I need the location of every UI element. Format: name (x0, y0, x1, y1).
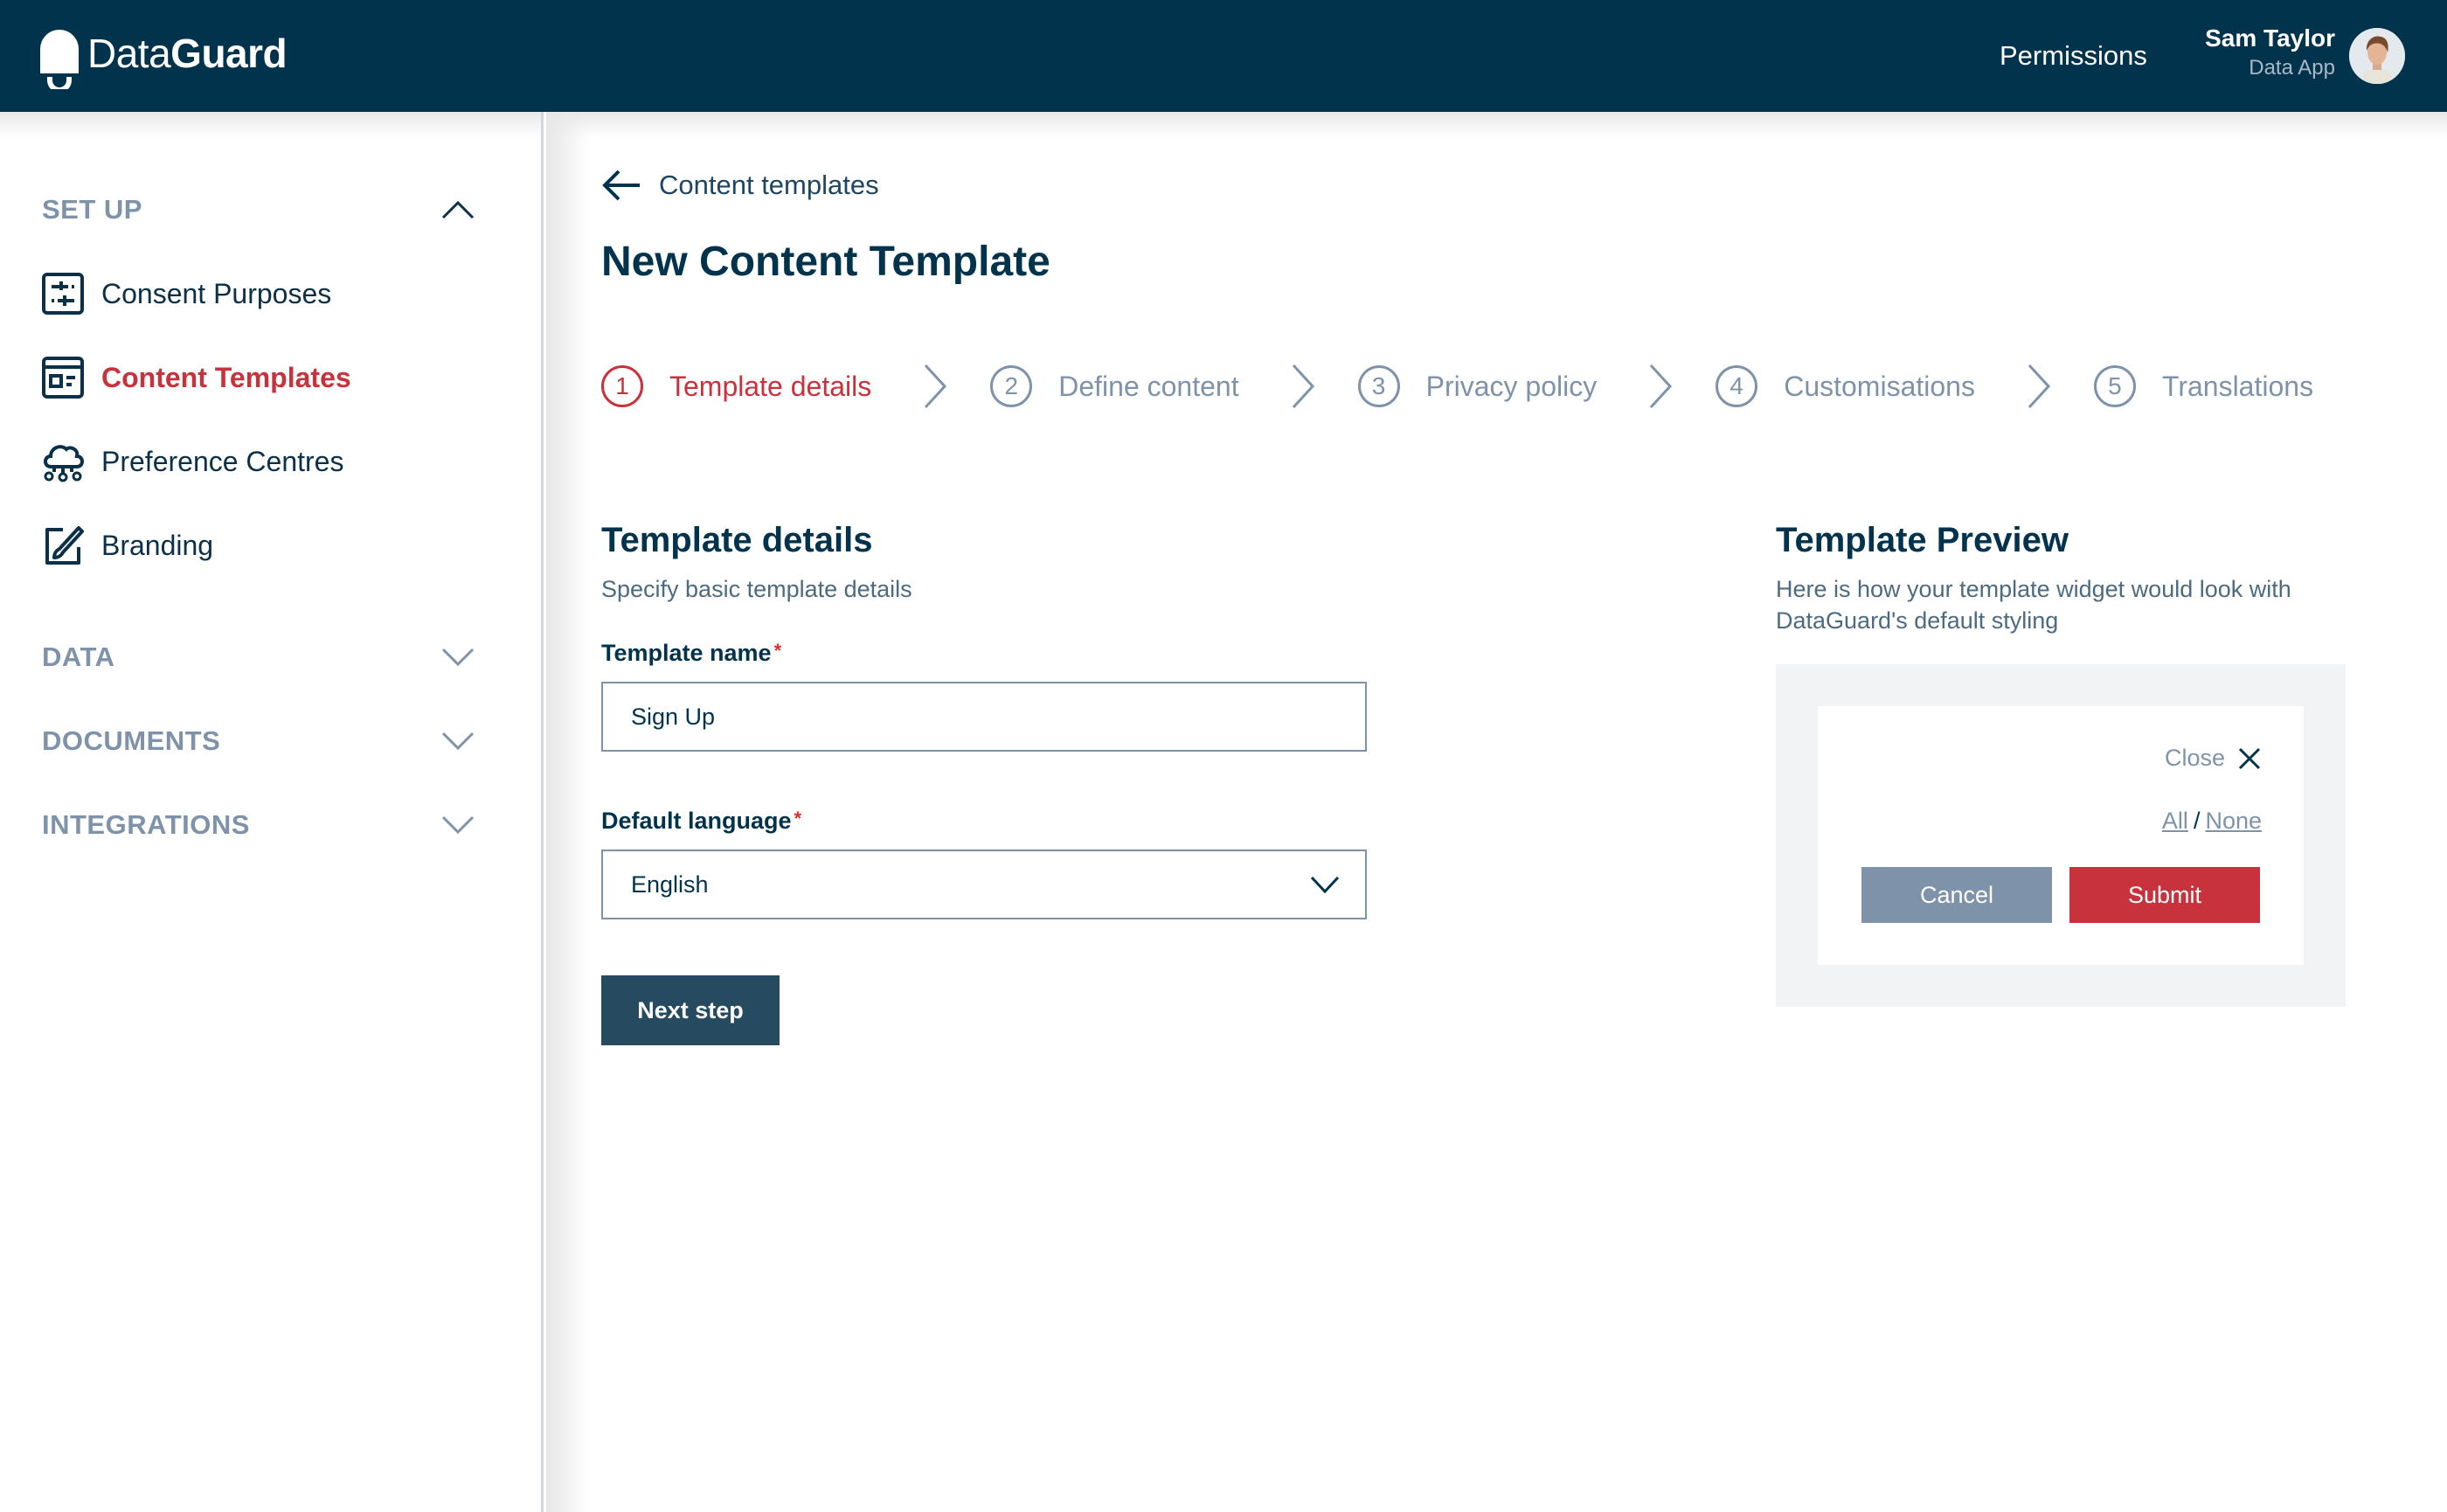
logo-shield-icon (40, 30, 79, 89)
brand-name: DataGuard (87, 30, 288, 77)
sidebar-item-label: Consent Purposes (101, 277, 332, 309)
brand-name-light: Data (87, 31, 171, 76)
chevron-right-icon (2028, 364, 2050, 409)
header-shadow (546, 112, 2447, 138)
preview-description: Here is how your template widget would l… (1776, 573, 2291, 636)
preview-widget: Close All / None Cancel Submit (1818, 706, 2304, 965)
preview-description-line: DataGuard's default styling (1776, 607, 2059, 634)
back-link-label: Content templates (659, 170, 879, 200)
default-language-label: Default language * (601, 808, 801, 835)
chevron-down-icon (1310, 876, 1340, 894)
arrow-left-icon (602, 170, 640, 201)
sidebar-section-label: DATA (42, 642, 115, 672)
preview-title: Template Preview (1776, 521, 2069, 559)
chevron-down-icon (441, 815, 475, 835)
chevron-up-icon (441, 200, 475, 219)
close-label: Close (2164, 745, 2225, 771)
sidebar-section-setup[interactable]: SET UP (42, 188, 475, 232)
step-number: 5 (2093, 365, 2136, 407)
form-section-subtitle: Specify basic template details (601, 576, 912, 602)
chevron-down-icon (441, 648, 475, 667)
step-customisations[interactable]: 4 Customisations (1716, 365, 1975, 407)
step-privacy-policy[interactable]: 3 Privacy policy (1357, 365, 1598, 407)
default-language-select[interactable]: English (601, 850, 1367, 919)
edit-brush-icon (45, 526, 84, 565)
step-translations[interactable]: 5 Translations (2093, 365, 2314, 407)
selected-language: English (631, 870, 709, 898)
sidebar-shadow (546, 112, 590, 1512)
user-role: Data App (2249, 56, 2335, 80)
permissions-link[interactable]: Permissions (2000, 38, 2147, 73)
step-label: Customisations (1784, 370, 1975, 402)
step-number: 4 (1716, 365, 1758, 407)
chevron-right-icon (1292, 364, 1314, 409)
avatar-portrait-icon (2349, 28, 2405, 84)
sidebar-section-integrations[interactable]: INTEGRATIONS (42, 803, 475, 847)
template-name-label: Template name * (601, 640, 781, 667)
template-preview-panel: Close All / None Cancel Submit (1776, 664, 2346, 1007)
next-step-button[interactable]: Next step (601, 975, 780, 1045)
step-number: 3 (1357, 365, 1400, 407)
sidebar-section-documents[interactable]: DOCUMENTS (42, 719, 475, 763)
separator: / (2193, 808, 2201, 834)
avatar[interactable] (2349, 28, 2405, 84)
step-template-details[interactable]: 1 Template details (601, 365, 871, 407)
sidebar: SET UP Consent Purposes Content Template… (0, 112, 544, 1512)
sidebar-item-label: Branding (101, 529, 214, 561)
sidebar-item-branding[interactable]: Branding (42, 521, 213, 570)
chevron-right-icon (1650, 364, 1673, 409)
preview-submit-button[interactable]: Submit (2069, 867, 2260, 923)
close-icon (2238, 747, 2261, 769)
step-define-content[interactable]: 2 Define content (990, 365, 1239, 407)
sidebar-item-consent-purposes[interactable]: Consent Purposes (42, 269, 331, 318)
template-name-label-text: Template name (601, 640, 772, 666)
select-all-none: All / None (2162, 808, 2262, 835)
sliders-icon (42, 273, 84, 315)
sidebar-item-label: Content Templates (101, 361, 351, 393)
sidebar-item-preference-centres[interactable]: Preference Centres (42, 437, 343, 486)
page-title: New Content Template (601, 239, 1050, 285)
step-label: Translations (2161, 370, 2314, 402)
select-all-link[interactable]: All (2162, 808, 2188, 834)
back-link[interactable]: Content templates (601, 168, 879, 203)
chevron-down-icon (441, 732, 475, 751)
preview-cancel-button[interactable]: Cancel (1861, 867, 2052, 923)
template-icon (42, 357, 84, 399)
step-label: Define content (1058, 370, 1239, 402)
step-number: 1 (601, 365, 643, 407)
user-name: Sam Taylor (2205, 24, 2335, 52)
chevron-right-icon (925, 364, 947, 409)
form-section-title: Template details (601, 521, 873, 559)
step-label: Privacy policy (1425, 370, 1598, 402)
sidebar-section-data[interactable]: DATA (42, 635, 475, 679)
required-asterisk: * (773, 640, 782, 662)
required-asterisk: * (794, 808, 802, 829)
dataguard-logo[interactable]: DataGuard (40, 30, 288, 89)
user-info[interactable]: Sam Taylor Data App (2205, 23, 2335, 82)
preview-description-line: Here is how your template widget would l… (1776, 576, 2291, 602)
template-name-input[interactable] (601, 682, 1367, 752)
sidebar-section-label: DOCUMENTS (42, 725, 221, 756)
select-none-link[interactable]: None (2205, 808, 2262, 834)
brand-name-bold: Guard (170, 31, 288, 76)
top-header: DataGuard Permissions Sam Taylor Data Ap… (0, 0, 2447, 112)
sidebar-item-label: Preference Centres (101, 445, 344, 477)
cloud-network-icon (44, 445, 84, 482)
stepper: 1 Template details 2 Define content 3 Pr… (601, 360, 2313, 413)
default-language-label-text: Default language (601, 808, 792, 834)
sidebar-item-content-templates[interactable]: Content Templates (42, 353, 351, 402)
sidebar-section-label: INTEGRATIONS (42, 809, 250, 840)
preview-close-button[interactable]: Close (2165, 745, 2262, 772)
sidebar-section-label: SET UP (42, 194, 142, 225)
step-number: 2 (990, 365, 1033, 407)
step-label: Template details (669, 370, 872, 402)
